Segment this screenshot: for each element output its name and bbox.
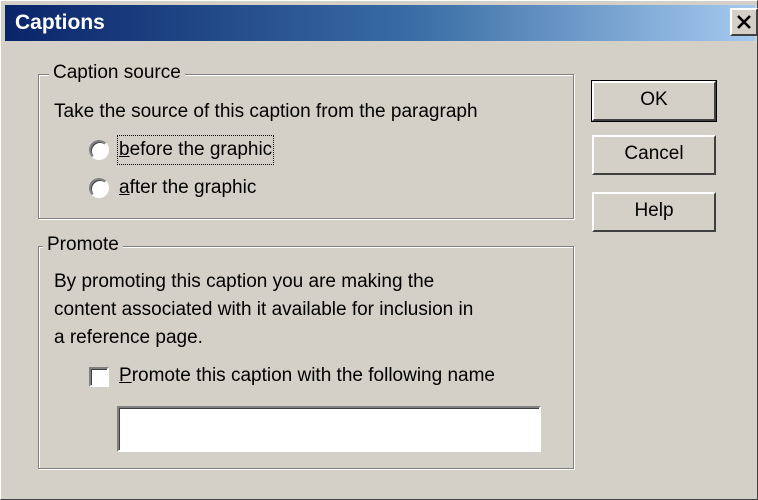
promote-name-input[interactable] bbox=[117, 406, 541, 452]
radio-after-graphic[interactable] bbox=[89, 178, 109, 198]
help-button[interactable]: Help bbox=[592, 192, 716, 232]
radio-before-graphic[interactable] bbox=[89, 140, 109, 160]
promote-description-line-3: a reference page. bbox=[54, 327, 203, 348]
promote-checkbox-label[interactable]: Promote this caption with the following … bbox=[119, 363, 495, 389]
captions-dialog: Captions Caption source Take the source … bbox=[0, 0, 758, 500]
radio-after-graphic-label[interactable]: after the graphic bbox=[119, 175, 256, 201]
radio-before-graphic-label[interactable]: before the graphic bbox=[116, 135, 275, 165]
title-bar[interactable]: Captions bbox=[5, 5, 758, 41]
close-icon bbox=[737, 15, 751, 29]
promote-checkbox[interactable] bbox=[89, 367, 109, 387]
cancel-button[interactable]: Cancel bbox=[592, 135, 716, 175]
promote-description-line-2: content associated with it available for… bbox=[54, 299, 474, 320]
promote-legend: Promote bbox=[43, 234, 123, 256]
close-button[interactable] bbox=[730, 8, 758, 36]
caption-source-instruction: Take the source of this caption from the… bbox=[54, 101, 478, 122]
ok-button[interactable]: OK bbox=[591, 80, 717, 122]
caption-source-legend: Caption source bbox=[49, 62, 185, 84]
window-title: Captions bbox=[15, 11, 105, 34]
promote-description-line-1: By promoting this caption you are making… bbox=[54, 271, 435, 292]
